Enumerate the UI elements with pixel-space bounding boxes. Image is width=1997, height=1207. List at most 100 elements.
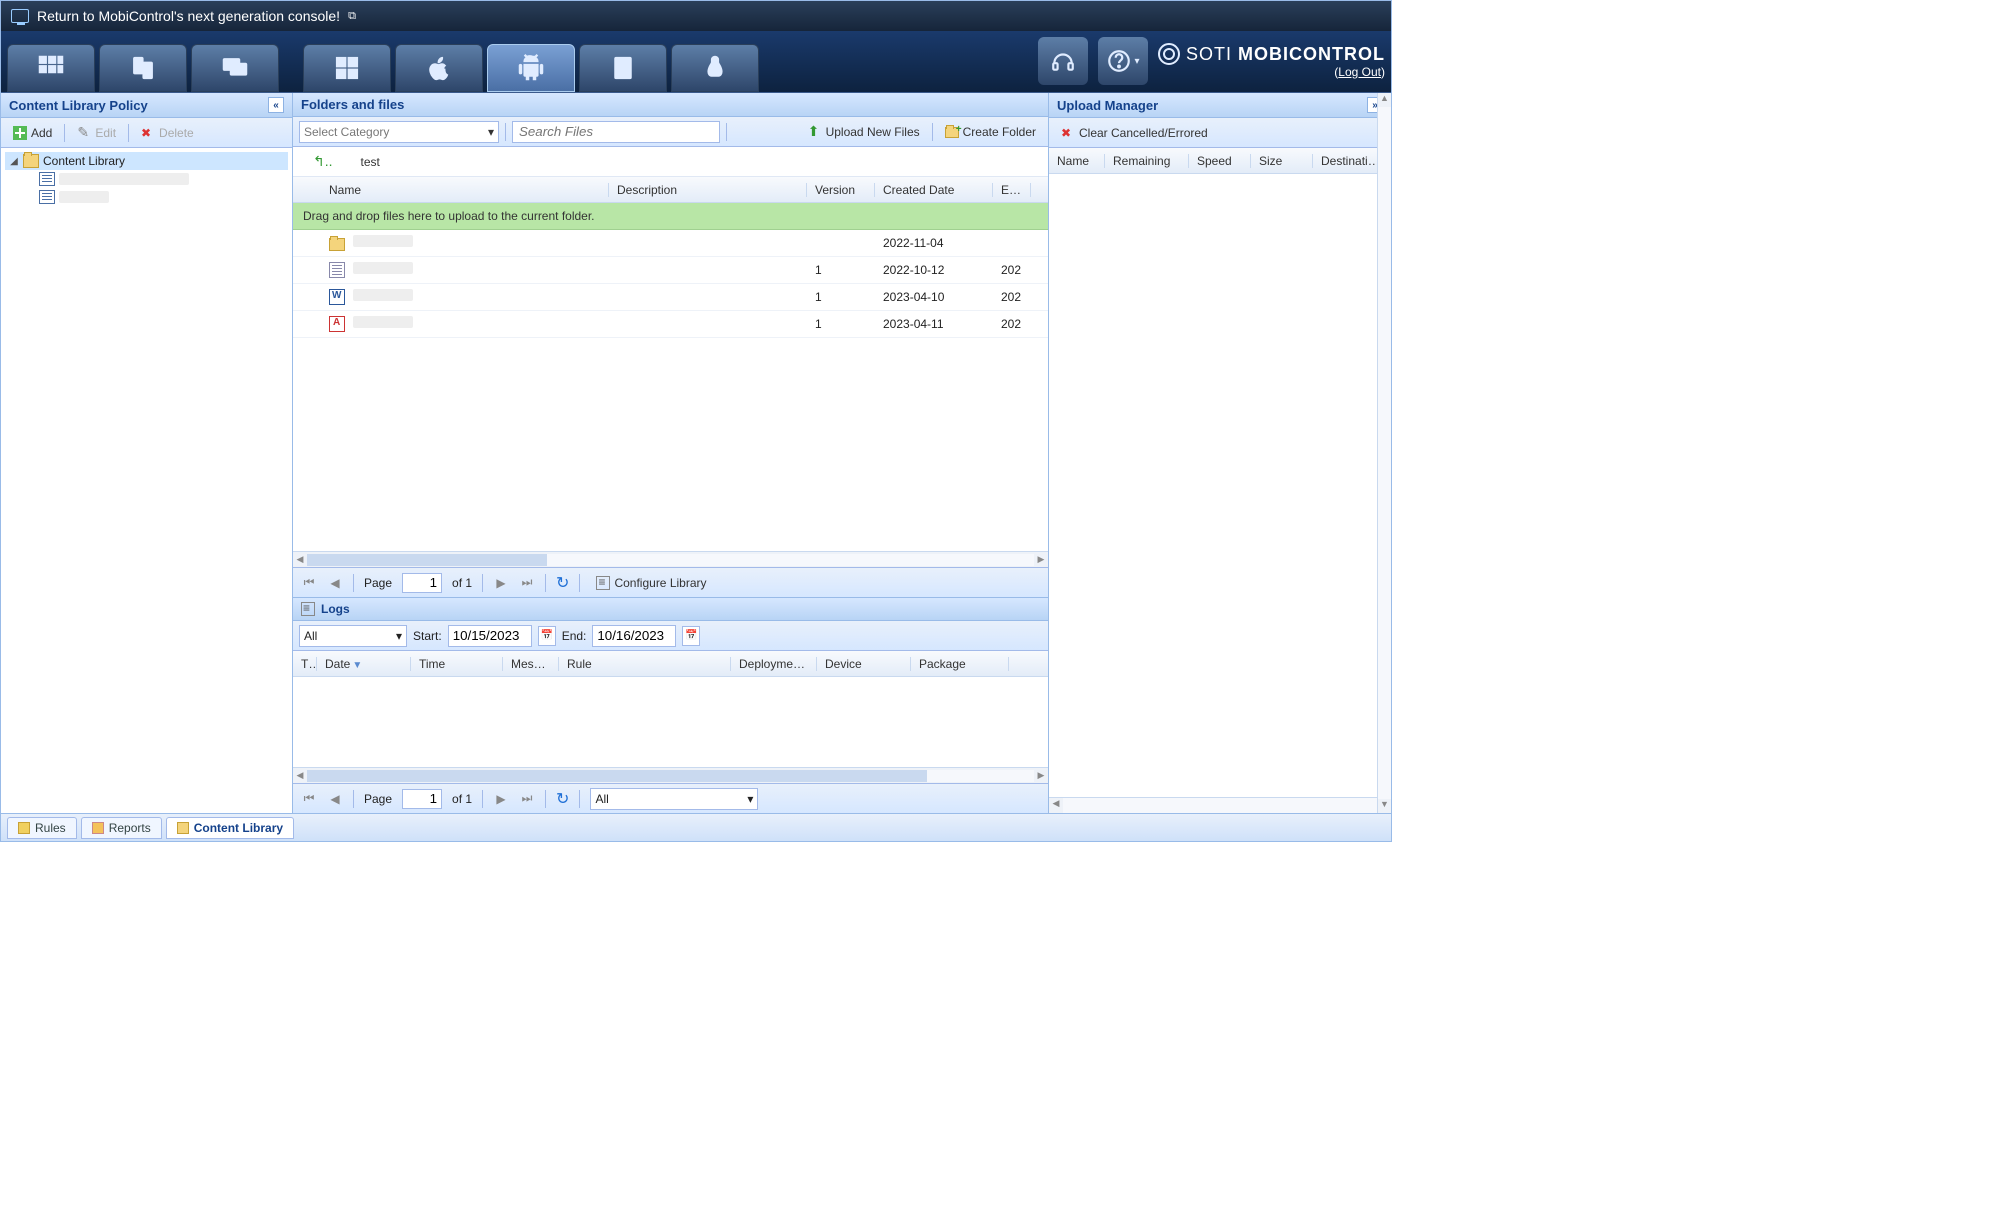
tab-rules[interactable]: Rules (7, 817, 77, 839)
nav-help-button[interactable]: ▾ (1098, 37, 1148, 85)
tree-root-label: Content Library (43, 154, 125, 168)
pager-page-label: Page (364, 576, 392, 590)
brand-prefix: SOTI (1186, 44, 1232, 65)
clear-errored-button[interactable]: Clear Cancelled/Errored (1055, 124, 1214, 142)
nav-tab-apple[interactable] (395, 44, 483, 92)
left-panel-header: Content Library Policy « (1, 93, 292, 118)
center-panel: Folders and files Select Category Upload… (293, 93, 1049, 813)
tab-reports[interactable]: Reports (81, 817, 162, 839)
refresh-icon[interactable]: ↻ (556, 573, 569, 593)
logs-hscroll[interactable]: ◀▶ (293, 767, 1048, 783)
create-folder-button[interactable]: Create Folder (939, 123, 1042, 141)
logs-col-date[interactable]: Date▼ (317, 657, 411, 671)
nav-tab-dashboard[interactable] (7, 44, 95, 92)
nav-tab-linux[interactable] (671, 44, 759, 92)
logs-col-rule[interactable]: Rule (559, 657, 731, 671)
collapse-left-icon[interactable]: « (268, 97, 284, 113)
pager-page-input[interactable] (402, 573, 442, 593)
um-col-remaining[interactable]: Remaining (1105, 154, 1189, 168)
calendar-icon[interactable]: 📅 (682, 626, 700, 646)
logs-type-select[interactable]: All▾ (299, 625, 407, 647)
logs-start-input[interactable] (448, 625, 532, 647)
return-banner[interactable]: Return to MobiControl's next generation … (1, 1, 1391, 31)
txt-icon (329, 262, 345, 278)
add-button[interactable]: Add (7, 124, 58, 142)
logs-col-type[interactable]: T… (293, 657, 317, 671)
search-input[interactable] (512, 121, 720, 143)
nav-tab-server[interactable] (579, 44, 667, 92)
edit-button[interactable]: Edit (71, 124, 122, 142)
col-created[interactable]: Created Date (875, 183, 993, 197)
um-col-name[interactable]: Name (1049, 154, 1105, 168)
logs-col-device[interactable]: Device (817, 657, 911, 671)
nav-tab-windows[interactable] (303, 44, 391, 92)
logs-panel: Logs All▾ Start: 📅 End: 📅 T… Date (293, 597, 1048, 813)
logs-col-time[interactable]: Time (411, 657, 503, 671)
logs-pager-page-input[interactable] (402, 789, 442, 809)
plus-icon (13, 126, 27, 140)
upload-icon (808, 125, 822, 139)
banner-text: Return to MobiControl's next generation … (37, 8, 340, 24)
rules-icon (18, 822, 30, 834)
pager-next-icon[interactable]: ▶ (493, 575, 509, 591)
right-panel: Upload Manager » Clear Cancelled/Errored… (1049, 93, 1391, 813)
policy-tree[interactable]: ◢ Content Library (1, 148, 292, 813)
nav-support-button[interactable] (1038, 37, 1088, 85)
nav-tab-computers[interactable] (191, 44, 279, 92)
category-select[interactable]: Select Category (299, 121, 499, 143)
um-col-size[interactable]: Size (1251, 154, 1313, 168)
tree-toggle-icon[interactable]: ◢ (9, 156, 19, 167)
tree-root[interactable]: ◢ Content Library (5, 152, 288, 170)
center-panel-header: Folders and files (293, 93, 1048, 117)
logs-end-label: End: (562, 629, 587, 643)
logs-col-message[interactable]: Mess… (503, 657, 559, 671)
col-effective[interactable]: Effe (993, 183, 1031, 197)
right-vscroll[interactable]: ▲▼ (1377, 93, 1391, 813)
pager-last-icon[interactable]: ⏭ (519, 575, 535, 591)
tree-item[interactable] (5, 188, 288, 206)
logs-col-deployment[interactable]: Deployment… (731, 657, 817, 671)
col-name[interactable]: Name (321, 183, 609, 197)
pager-next-icon[interactable]: ▶ (493, 791, 509, 807)
tree-item-label (59, 173, 189, 185)
left-panel-title: Content Library Policy (9, 98, 148, 113)
main-nav: ▾ SOTI MOBICONTROL (Log Out) (1, 31, 1391, 93)
doc-icon (39, 190, 55, 204)
logout-link[interactable]: Log Out (1338, 65, 1381, 79)
left-panel: Content Library Policy « Add Edit Delete (1, 93, 293, 813)
pager-last-icon[interactable]: ⏭ (519, 791, 535, 807)
upload-button[interactable]: Upload New Files (802, 123, 926, 141)
col-desc[interactable]: Description (609, 183, 807, 197)
up-folder-icon[interactable]: ↰.. (313, 153, 333, 170)
logs-pager-filter[interactable]: All▾ (590, 788, 758, 810)
um-col-speed[interactable]: Speed (1189, 154, 1251, 168)
tab-content-library[interactable]: Content Library (166, 817, 294, 839)
files-hscroll[interactable]: ◀▶ (293, 551, 1048, 567)
logs-end-input[interactable] (592, 625, 676, 647)
calendar-icon[interactable]: 📅 (538, 626, 556, 646)
nav-tab-android[interactable] (487, 44, 575, 92)
nav-tab-devices[interactable] (99, 44, 187, 92)
file-row[interactable]: 12023-04-10202 (293, 284, 1048, 311)
pager-prev-icon[interactable]: ◀ (327, 791, 343, 807)
folder-icon (329, 238, 345, 251)
upload-hscroll[interactable]: ◀▶ (1049, 797, 1391, 813)
brand-logo-icon (1158, 43, 1180, 65)
dropzone[interactable]: Drag and drop files here to upload to th… (293, 203, 1048, 230)
pager-first-icon[interactable]: ⏮ (301, 575, 317, 591)
configure-library-button[interactable]: Configure Library (590, 574, 712, 592)
monitor-icon (11, 9, 29, 23)
brand-block: SOTI MOBICONTROL (Log Out) (1158, 43, 1385, 79)
reports-icon (92, 822, 104, 834)
tree-item[interactable] (5, 170, 288, 188)
col-version[interactable]: Version (807, 183, 875, 197)
file-row[interactable]: 12022-10-12202 (293, 257, 1048, 284)
pager-first-icon[interactable]: ⏮ (301, 791, 317, 807)
delete-button[interactable]: Delete (135, 124, 200, 142)
file-row[interactable]: 12023-04-11202 (293, 311, 1048, 338)
refresh-icon[interactable]: ↻ (556, 789, 569, 809)
logs-col-package[interactable]: Package (911, 657, 1009, 671)
pager-prev-icon[interactable]: ◀ (327, 575, 343, 591)
file-name (353, 289, 413, 301)
file-row[interactable]: 2022-11-04 (293, 230, 1048, 257)
